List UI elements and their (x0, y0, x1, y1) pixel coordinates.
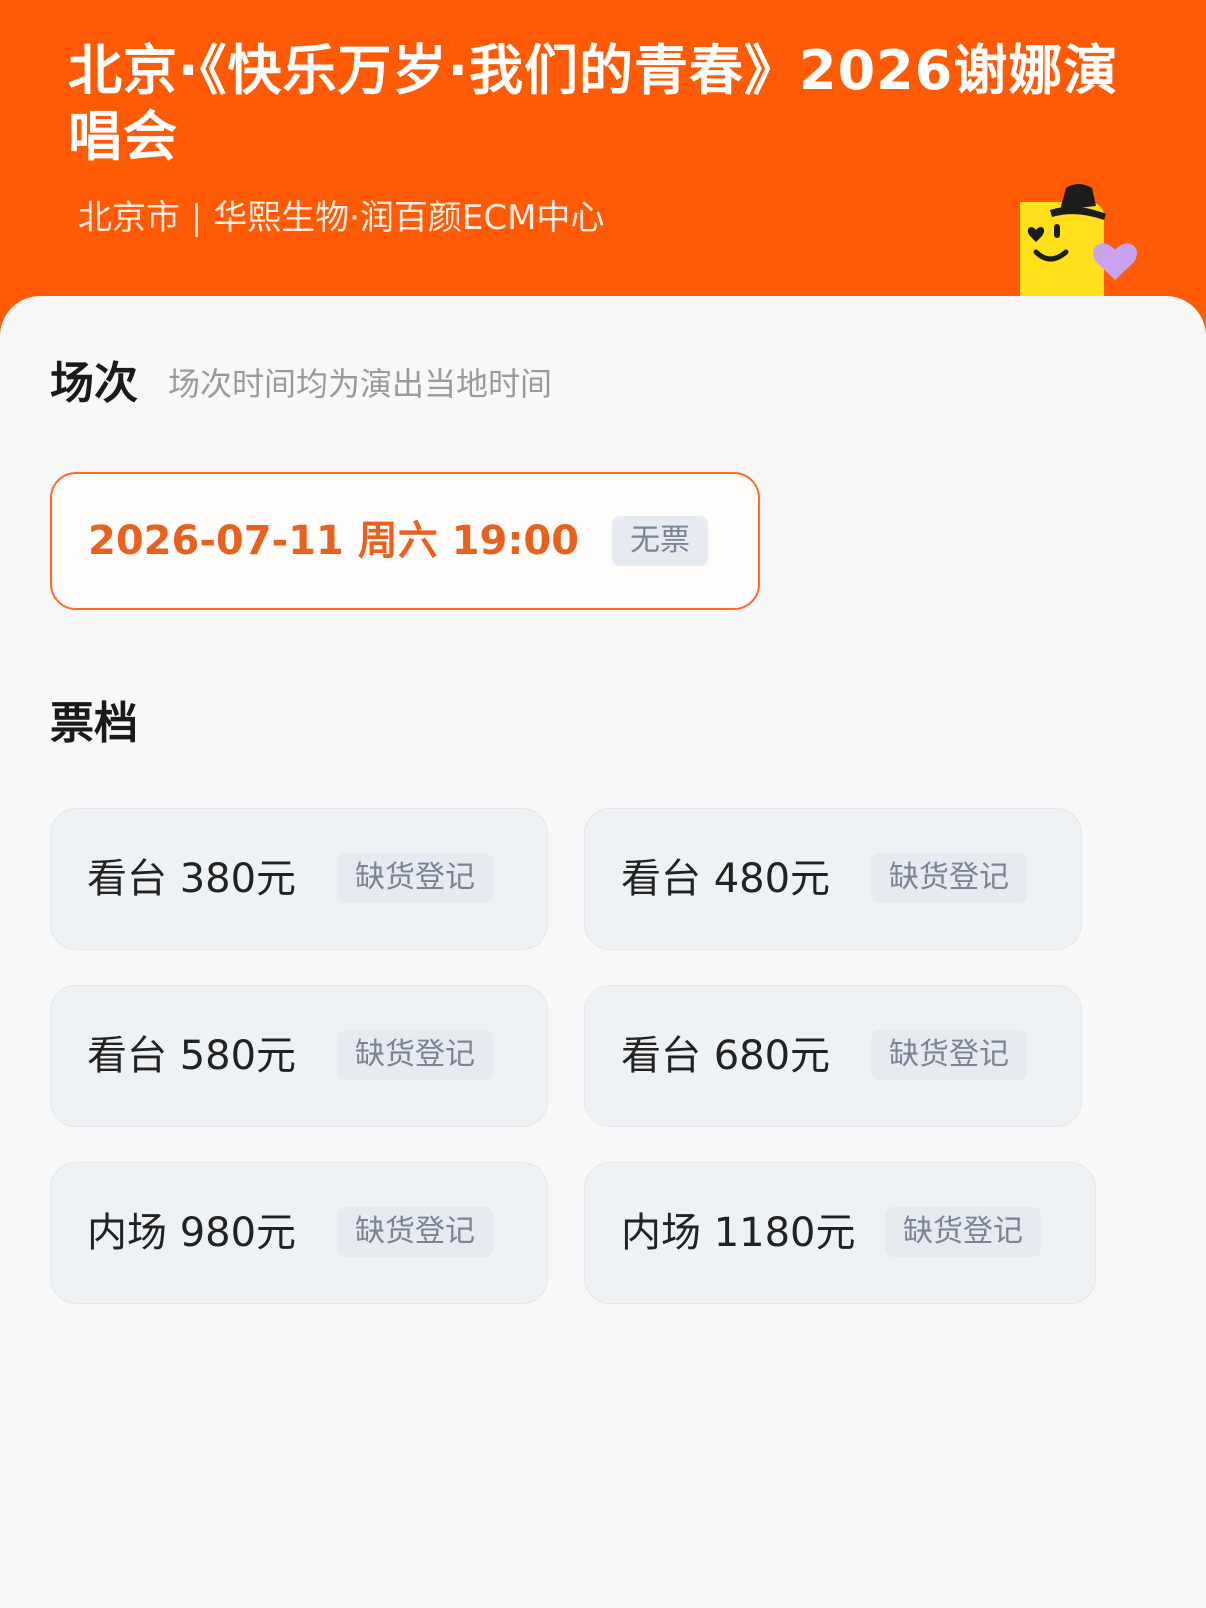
waitlist-badge[interactable]: 缺货登记 (871, 853, 1027, 903)
ticket-tier-option[interactable]: 看台 680元 缺货登记 (584, 985, 1082, 1127)
session-section-title: 场次 (50, 358, 138, 409)
ticket-page: 北京·《快乐万岁·我们的青春》2026谢娜演唱会 北京市 | 华熙生物·润百颜E… (0, 0, 1206, 1608)
waitlist-badge[interactable]: 缺货登记 (337, 853, 493, 903)
tier-price-label: 看台 480元 (621, 856, 831, 902)
session-datetime: 2026-07-11 周六 19:00 (88, 518, 580, 564)
ticket-tier-option[interactable]: 看台 380元 缺货登记 (50, 808, 548, 950)
ticket-tier-option[interactable]: 看台 580元 缺货登记 (50, 985, 548, 1127)
ticket-tier-option[interactable]: 看台 480元 缺货登记 (584, 808, 1082, 950)
tier-section-title: 票档 (50, 698, 138, 749)
tier-price-label: 看台 380元 (87, 856, 297, 902)
tier-price-label: 看台 680元 (621, 1033, 831, 1079)
tier-price-label: 内场 1180元 (621, 1210, 856, 1256)
waitlist-badge[interactable]: 缺货登记 (337, 1030, 493, 1080)
session-status-badge: 无票 (612, 516, 708, 566)
ticket-tier-option[interactable]: 内场 1180元 缺货登记 (584, 1162, 1096, 1304)
waitlist-badge[interactable]: 缺货登记 (885, 1207, 1041, 1257)
tier-price-label: 内场 980元 (87, 1210, 297, 1256)
session-option[interactable]: 2026-07-11 周六 19:00 无票 (50, 472, 760, 610)
waitlist-badge[interactable]: 缺货登记 (337, 1207, 493, 1257)
mascot-illustration (1020, 184, 1137, 300)
ticket-tier-option[interactable]: 内场 980元 缺货登记 (50, 1162, 548, 1304)
event-venue: 北京市 | 华熙生物·润百颜ECM中心 (78, 198, 605, 238)
waitlist-badge[interactable]: 缺货登记 (871, 1030, 1027, 1080)
event-title: 北京·《快乐万岁·我们的青春》2026谢娜演唱会 (68, 39, 1119, 168)
tier-price-label: 看台 580元 (87, 1033, 297, 1079)
session-hint: 场次时间均为演出当地时间 (168, 365, 553, 403)
